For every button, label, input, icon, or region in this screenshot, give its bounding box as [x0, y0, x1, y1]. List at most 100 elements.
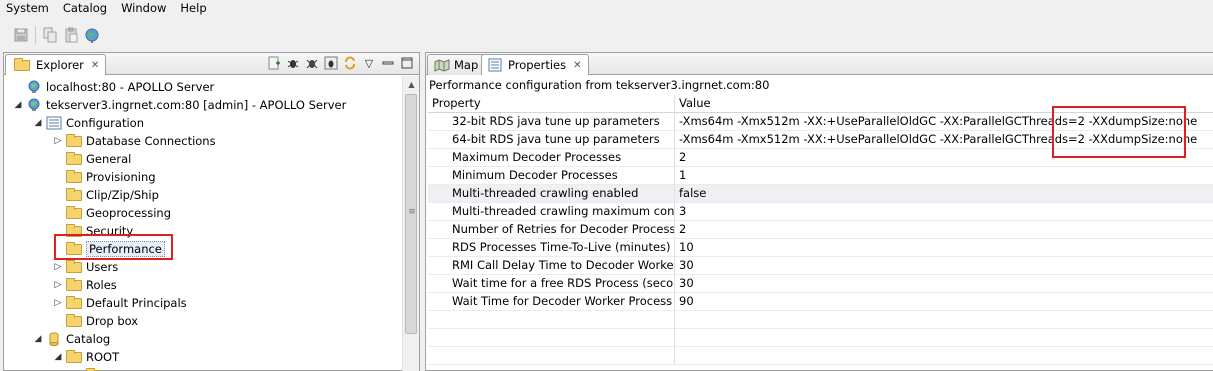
tree-item-localhost[interactable]: localhost:80 - APOLLO Server	[12, 78, 214, 96]
bug-icon[interactable]	[285, 55, 301, 71]
close-icon[interactable]: ✕	[573, 60, 581, 71]
tree-item-configuration[interactable]: ◢ Configuration	[32, 114, 144, 132]
folder-icon	[66, 350, 82, 363]
table-row[interactable]: RMI Call Delay Time to Decoder Worker Pr…	[428, 257, 1213, 275]
red-highlight-box	[54, 234, 173, 260]
tree-item-database-connections[interactable]: ▷ Database Connections	[52, 132, 216, 150]
tree-item-label: Default Principals	[86, 296, 187, 310]
tree-item-default-principals[interactable]: ▷ Default Principals	[52, 294, 187, 312]
tab-map-label: Map	[454, 58, 479, 72]
tree-item-label: General	[86, 152, 132, 166]
explorer-scrollbar[interactable]: ▲ ≡	[402, 76, 419, 371]
menu-bar: System Catalog Window Help	[0, 0, 1213, 19]
explorer-panel: Explorer ✕ ▽ localhost:80 - APOLLO Serve…	[3, 52, 420, 371]
collapsed-icon[interactable]: ▷	[52, 280, 64, 290]
tree-item-root[interactable]: ◢ ROOT	[52, 348, 119, 366]
expanded-icon[interactable]: ◢	[32, 118, 44, 128]
table-row[interactable]: RDS Processes Time-To-Live (minutes) 10	[428, 239, 1213, 257]
property-value[interactable]: 10	[675, 239, 1213, 257]
property-value[interactable]: 3	[675, 203, 1213, 221]
filter-icon[interactable]	[323, 55, 339, 71]
table-row-empty	[428, 329, 1213, 347]
property-name: Wait Time for Decoder Worker Process Re	[428, 293, 675, 311]
config-title: Performance configuration from tekserver…	[429, 78, 770, 92]
save-icon[interactable]	[12, 26, 30, 44]
tree-item-clip-zip-ship[interactable]: Clip/Zip/Ship	[52, 186, 159, 204]
explorer-tabbar: Explorer ✕ ▽	[4, 53, 419, 75]
table-row[interactable]: Minimum Decoder Processes 1	[428, 167, 1213, 185]
tree-item-roles[interactable]: ▷ Roles	[52, 276, 117, 294]
minimize-icon[interactable]	[380, 55, 396, 71]
tree-item-label: Geoprocessing	[86, 206, 171, 220]
grip-icon: ≡	[408, 207, 416, 217]
maximize-icon[interactable]	[399, 55, 415, 71]
folder-icon	[66, 152, 82, 165]
property-value[interactable]: false	[675, 185, 1213, 203]
copy-icon[interactable]	[41, 26, 59, 44]
property-value[interactable]: 30	[675, 275, 1213, 293]
tree-item-label: Roles	[86, 278, 117, 292]
table-row[interactable]: Number of Retries for Decoder Processes …	[428, 221, 1213, 239]
properties-panel: Map Properties ✕ Performance configurati…	[425, 52, 1213, 371]
close-icon[interactable]: ✕	[91, 60, 99, 71]
table-row[interactable]: Multi-threaded crawling maximum concu 3	[428, 203, 1213, 221]
tree-item-partial[interactable]	[72, 366, 106, 371]
tree-item-users[interactable]: ▷ Users	[52, 258, 118, 276]
toolbar-separator	[35, 26, 36, 44]
property-value[interactable]: 1	[675, 167, 1213, 185]
expanded-icon[interactable]: ◢	[32, 334, 44, 344]
menu-system[interactable]: System	[0, 0, 56, 19]
sync-icon[interactable]	[342, 55, 358, 71]
tab-explorer-label: Explorer	[36, 58, 84, 72]
tree-item-label: ROOT	[86, 350, 120, 364]
property-name: Wait time for a free RDS Process (second…	[428, 275, 675, 293]
expanded-icon[interactable]: ◢	[52, 352, 64, 362]
main-toolbar	[0, 22, 101, 48]
explorer-tree: localhost:80 - APOLLO Server ◢ tekserver…	[4, 76, 403, 371]
tree-item-geoprocessing[interactable]: Geoprocessing	[52, 204, 171, 222]
paste-icon[interactable]	[62, 26, 80, 44]
tab-map[interactable]: Map	[427, 54, 486, 75]
tree-item-provisioning[interactable]: Provisioning	[52, 168, 156, 186]
collapsed-icon[interactable]: ▷	[52, 298, 64, 308]
folder-icon	[66, 134, 82, 147]
tree-item-general[interactable]: General	[52, 150, 131, 168]
collapsed-icon[interactable]: ▷	[52, 136, 64, 146]
list-icon	[46, 116, 62, 130]
column-header-property[interactable]: Property	[428, 95, 675, 113]
expanded-icon[interactable]: ◢	[12, 100, 24, 110]
menu-window[interactable]: Window	[114, 0, 173, 19]
property-name: Multi-threaded crawling maximum concu	[428, 203, 675, 221]
table-row[interactable]: Wait Time for Decoder Worker Process Re …	[428, 293, 1213, 311]
table-row[interactable]: Wait time for a free RDS Process (second…	[428, 275, 1213, 293]
table-row-empty	[428, 311, 1213, 329]
bug-alt-icon[interactable]	[304, 55, 320, 71]
property-value[interactable]: 30	[675, 257, 1213, 275]
property-name: Number of Retries for Decoder Processes	[428, 221, 675, 239]
scrollbar-thumb[interactable]: ≡	[405, 94, 417, 334]
new-item-icon[interactable]	[266, 55, 282, 71]
tree-item-label: Configuration	[66, 116, 144, 130]
property-name: 64-bit RDS java tune up parameters	[428, 131, 675, 149]
tree-item-label: Drop box	[86, 314, 139, 328]
property-value[interactable]: 90	[675, 293, 1213, 311]
table-row[interactable]: Multi-threaded crawling enabled false	[428, 185, 1213, 203]
server-icon	[26, 80, 42, 94]
tab-properties[interactable]: Properties ✕	[481, 54, 589, 75]
menu-catalog[interactable]: Catalog	[56, 0, 114, 19]
tree-item-label: localhost:80 - APOLLO Server	[46, 80, 215, 94]
property-value[interactable]: 2	[675, 221, 1213, 239]
tree-item-tekserver3[interactable]: ◢ tekserver3.ingrnet.com:80 [admin] - AP…	[12, 96, 347, 114]
collapsed-icon[interactable]: ▷	[52, 262, 64, 272]
tree-item-label: Clip/Zip/Ship	[86, 188, 159, 202]
property-name: 32-bit RDS java tune up parameters	[428, 113, 675, 131]
menu-help[interactable]: Help	[173, 0, 213, 19]
scroll-up-icon[interactable]: ▲	[403, 76, 420, 93]
globe-icon[interactable]	[83, 26, 101, 44]
tree-item-label: Provisioning	[86, 170, 156, 184]
tree-item-drop-box[interactable]: Drop box	[52, 312, 138, 330]
property-name: Maximum Decoder Processes	[428, 149, 675, 167]
tab-explorer[interactable]: Explorer ✕	[5, 54, 107, 75]
tree-item-catalog[interactable]: ◢ Catalog	[32, 330, 110, 348]
view-menu-icon[interactable]: ▽	[361, 55, 377, 71]
